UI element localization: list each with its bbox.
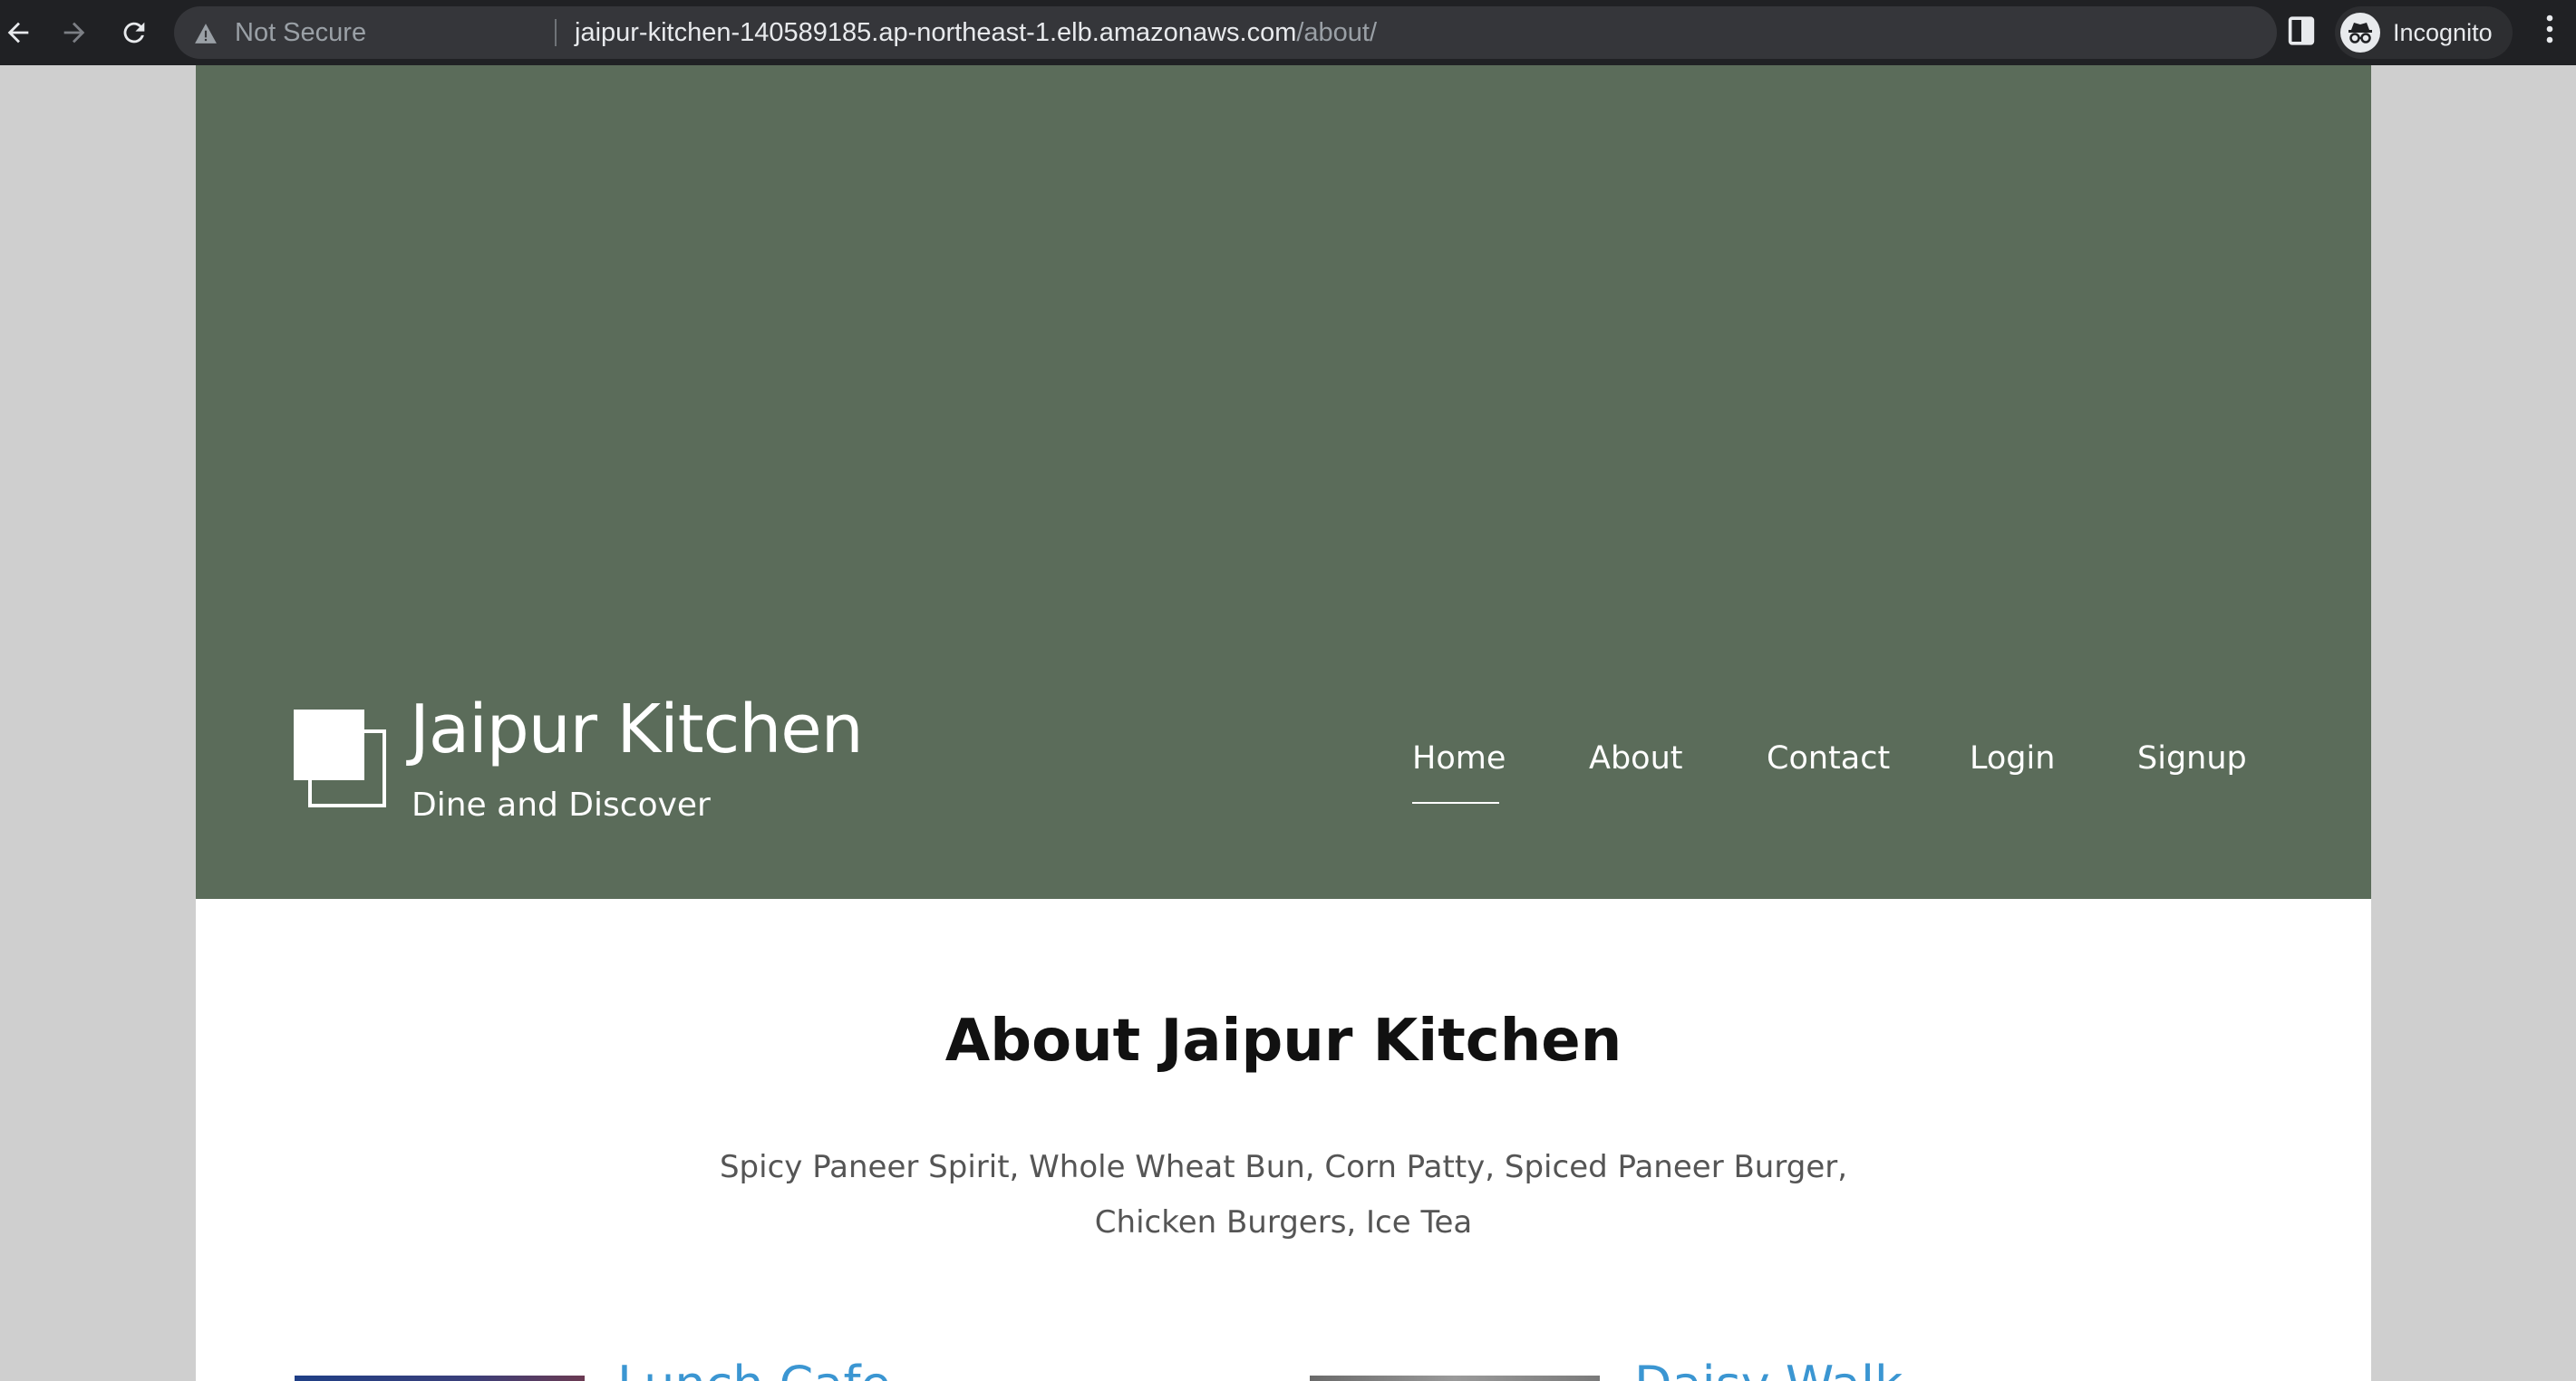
nav-home[interactable]: Home [1412, 740, 1506, 777]
kebab-menu-icon[interactable] [2536, 13, 2563, 53]
url-host: jaipur-kitchen-140589185.ap-northeast-1.… [575, 18, 1297, 47]
about-description-line-1: Spicy Paneer Spirit, Whole Wheat Bun, Co… [719, 1149, 1848, 1185]
page-content: Jaipur Kitchen Dine and Discover Home Ab… [196, 65, 2371, 1381]
logo-icon[interactable] [294, 710, 388, 809]
address-separator [555, 19, 557, 46]
address-bar[interactable]: Not Secure jaipur-kitchen-140589185.ap-n… [174, 6, 2416, 59]
warning-icon[interactable] [194, 23, 218, 44]
url-text[interactable]: jaipur-kitchen-140589185.ap-northeast-1.… [575, 6, 1377, 59]
security-label[interactable]: Not Secure [235, 6, 366, 59]
reload-icon[interactable] [111, 9, 158, 56]
site-tagline: Dine and Discover [412, 787, 711, 824]
browser-toolbar: Not Secure jaipur-kitchen-140589185.ap-n… [0, 0, 2576, 65]
profile-label: Incognito [2393, 19, 2493, 46]
card-image[interactable] [295, 1376, 585, 1381]
card-image[interactable] [1310, 1376, 1600, 1381]
incognito-icon [2340, 13, 2380, 53]
card-title[interactable]: Lunch Cafe [617, 1356, 891, 1381]
url-path: /about/ [1296, 18, 1378, 47]
site-title[interactable]: Jaipur Kitchen [410, 690, 864, 768]
profile-button[interactable]: Incognito [2335, 6, 2513, 59]
hero-header: Jaipur Kitchen Dine and Discover Home Ab… [196, 65, 2371, 899]
nav-about[interactable]: About [1589, 740, 1682, 777]
nav-login[interactable]: Login [1970, 740, 2055, 777]
back-arrow-icon[interactable] [0, 9, 42, 56]
nav-active-indicator [1412, 802, 1499, 804]
forward-arrow-icon[interactable] [51, 9, 98, 56]
about-description: Spicy Paneer Spirit, Whole Wheat Bun, Co… [631, 1140, 1936, 1251]
nav-signup[interactable]: Signup [2137, 740, 2247, 777]
side-panel-icon[interactable] [2288, 16, 2315, 45]
page-title: About Jaipur Kitchen [944, 1008, 1622, 1075]
about-description-line-2: Chicken Burgers, Ice Tea [1094, 1204, 1473, 1241]
card-title[interactable]: Daisy Walk [1634, 1356, 1903, 1381]
nav-contact[interactable]: Contact [1767, 740, 1890, 777]
